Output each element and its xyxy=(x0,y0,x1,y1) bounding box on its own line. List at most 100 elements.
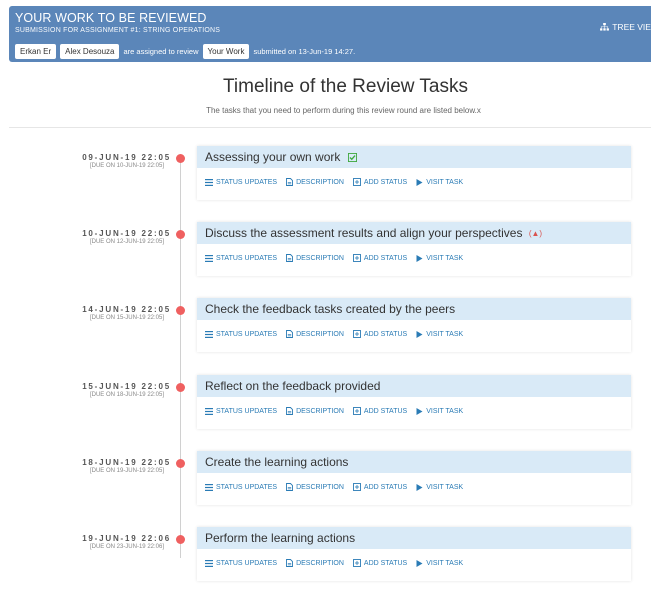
description-label: DESCRIPTION xyxy=(296,178,344,186)
description-link[interactable]: DESCRIPTION xyxy=(286,483,344,491)
timeline-entry: 14-JUN-19 22:05 [DUE ON 15-JUN-19 22:05]… xyxy=(0,298,651,363)
add-status-label: ADD STATUS xyxy=(363,483,408,491)
submitted-text: submitted on 13-Jun-19 14:27. xyxy=(253,47,356,56)
task-card: Discuss the assessment results and align… xyxy=(197,222,631,276)
task-due-date: [DUE ON 15-JUN-19 22:05] xyxy=(89,315,164,321)
description-label: DESCRIPTION xyxy=(296,254,344,262)
task-due-date: [DUE ON 18-JUN-19 22:05] xyxy=(89,392,164,398)
task-title-bar: Discuss the assessment results and align… xyxy=(197,222,631,244)
add-status-link[interactable]: ADD STATUS xyxy=(352,407,407,415)
visit-task-label: VISIT TASK xyxy=(426,407,464,415)
status-updates-label: STATUS UPDATES xyxy=(216,178,278,186)
visit-task-link[interactable]: VISIT TASK xyxy=(416,407,463,415)
visit-task-label: VISIT TASK xyxy=(426,483,464,491)
tree-view-button[interactable]: TREE VIEW xyxy=(600,22,651,32)
play-icon xyxy=(416,559,423,567)
file-icon xyxy=(286,483,294,491)
list-icon xyxy=(205,178,213,186)
task-title-bar: Assessing your own work xyxy=(197,146,631,168)
status-updates-link[interactable]: STATUS UPDATES xyxy=(205,254,277,262)
timeline-dot xyxy=(176,230,185,239)
tree-view-label: TREE VIEW xyxy=(612,22,651,32)
warning-icon: (▲) xyxy=(528,229,543,238)
sitemap-icon xyxy=(600,23,610,31)
visit-task-link[interactable]: VISIT TASK xyxy=(416,330,463,338)
file-icon xyxy=(286,178,294,186)
play-icon xyxy=(416,254,423,262)
add-status-link[interactable]: ADD STATUS xyxy=(352,483,408,491)
status-updates-link[interactable]: STATUS UPDATES xyxy=(205,178,277,186)
description-link[interactable]: DESCRIPTION xyxy=(286,330,344,338)
visit-task-link[interactable]: VISIT TASK xyxy=(416,483,463,491)
visit-task-label: VISIT TASK xyxy=(426,559,464,567)
add-status-label: ADD STATUS xyxy=(363,178,408,186)
task-title: Create the learning actions xyxy=(205,455,349,469)
status-updates-label: STATUS UPDATES xyxy=(216,254,278,262)
task-card: Assessing your own work STATUS UPDATES D… xyxy=(197,146,631,200)
visit-task-label: VISIT TASK xyxy=(426,330,464,338)
description-link[interactable]: DESCRIPTION xyxy=(286,254,344,262)
submission-header: YOUR WORK TO BE REVIEWED SUBMISSION FOR … xyxy=(9,6,651,62)
status-updates-link[interactable]: STATUS UPDATES xyxy=(205,407,277,415)
description-link[interactable]: DESCRIPTION xyxy=(286,178,344,186)
task-title: Perform the learning actions xyxy=(205,531,356,545)
header-title: YOUR WORK TO BE REVIEWED xyxy=(15,11,207,25)
add-status-link[interactable]: ADD STATUS xyxy=(352,559,407,567)
task-card: Create the learning actions STATUS UPDAT… xyxy=(197,451,631,505)
list-icon xyxy=(205,483,213,491)
timeline-entry: 18-JUN-19 22:05 [DUE ON 19-JUN-19 22:05]… xyxy=(0,451,651,516)
description-link[interactable]: DESCRIPTION xyxy=(286,407,344,415)
file-icon xyxy=(286,559,294,567)
visit-task-link[interactable]: VISIT TASK xyxy=(416,559,463,567)
task-title: Reflect on the feedback provided xyxy=(205,379,381,393)
timeline-dot xyxy=(176,459,185,468)
timeline-entry: 09-JUN-19 22:05 [DUE ON 10-JUN-19 22:05]… xyxy=(0,146,651,211)
task-title-bar: Create the learning actions xyxy=(197,451,631,473)
your-work-link[interactable]: Your Work xyxy=(202,44,250,59)
task-date: 14-JUN-19 22:05 xyxy=(82,305,171,314)
task-due-date: [DUE ON 23-JUN-19 22:06] xyxy=(89,544,164,550)
page-title: Timeline of the Review Tasks xyxy=(223,76,468,97)
plus-square-icon xyxy=(352,254,361,262)
plus-square-icon xyxy=(352,559,361,567)
add-status-link[interactable]: ADD STATUS xyxy=(352,330,408,338)
task-title: Assessing your own work xyxy=(205,150,341,164)
task-card: Reflect on the feedback provided STATUS … xyxy=(197,375,631,429)
play-icon xyxy=(416,407,423,415)
plus-square-icon xyxy=(352,178,361,186)
file-icon xyxy=(286,254,294,262)
list-icon xyxy=(205,330,213,338)
status-updates-link[interactable]: STATUS UPDATES xyxy=(205,559,277,567)
status-updates-link[interactable]: STATUS UPDATES xyxy=(205,483,277,491)
timeline-dot xyxy=(176,383,185,392)
visit-task-label: VISIT TASK xyxy=(426,254,464,262)
header-subtitle: SUBMISSION FOR ASSIGNMENT #1: STRING OPE… xyxy=(15,27,221,34)
task-actions: STATUS UPDATES DESCRIPTION ADD STATUS VI… xyxy=(205,330,463,338)
timeline-entry: 10-JUN-19 22:05 [DUE ON 12-JUN-19 22:05]… xyxy=(0,222,651,287)
task-date: 09-JUN-19 22:05 xyxy=(82,153,171,162)
visit-task-label: VISIT TASK xyxy=(426,178,464,186)
task-date: 15-JUN-19 22:05 xyxy=(82,382,171,391)
status-updates-label: STATUS UPDATES xyxy=(216,330,278,338)
timeline-entry: 15-JUN-19 22:05 [DUE ON 18-JUN-19 22:05]… xyxy=(0,375,651,440)
status-updates-link[interactable]: STATUS UPDATES xyxy=(205,330,277,338)
task-date: 10-JUN-19 22:05 xyxy=(82,229,171,238)
add-status-label: ADD STATUS xyxy=(363,330,408,338)
add-status-label: ADD STATUS xyxy=(363,254,408,262)
task-due-date: [DUE ON 10-JUN-19 22:05] xyxy=(89,163,164,169)
description-link[interactable]: DESCRIPTION xyxy=(286,559,344,567)
add-status-link[interactable]: ADD STATUS xyxy=(352,254,408,262)
assignment-row: Erkan Er Alex Desouza are assigned to re… xyxy=(15,44,355,59)
add-status-link[interactable]: ADD STATUS xyxy=(352,178,408,186)
plus-square-icon xyxy=(352,330,361,338)
visit-task-link[interactable]: VISIT TASK xyxy=(416,178,463,186)
task-actions: STATUS UPDATES DESCRIPTION ADD STATUS VI… xyxy=(205,178,463,186)
file-icon xyxy=(286,330,294,338)
divider xyxy=(9,127,651,128)
task-actions: STATUS UPDATES DESCRIPTION ADD STATUS VI… xyxy=(205,483,463,491)
check-square-icon xyxy=(347,153,357,162)
task-title-bar: Perform the learning actions xyxy=(197,527,631,549)
task-actions: STATUS UPDATES DESCRIPTION ADD STATUS VI… xyxy=(205,254,463,262)
list-icon xyxy=(205,254,213,262)
visit-task-link[interactable]: VISIT TASK xyxy=(416,254,463,262)
